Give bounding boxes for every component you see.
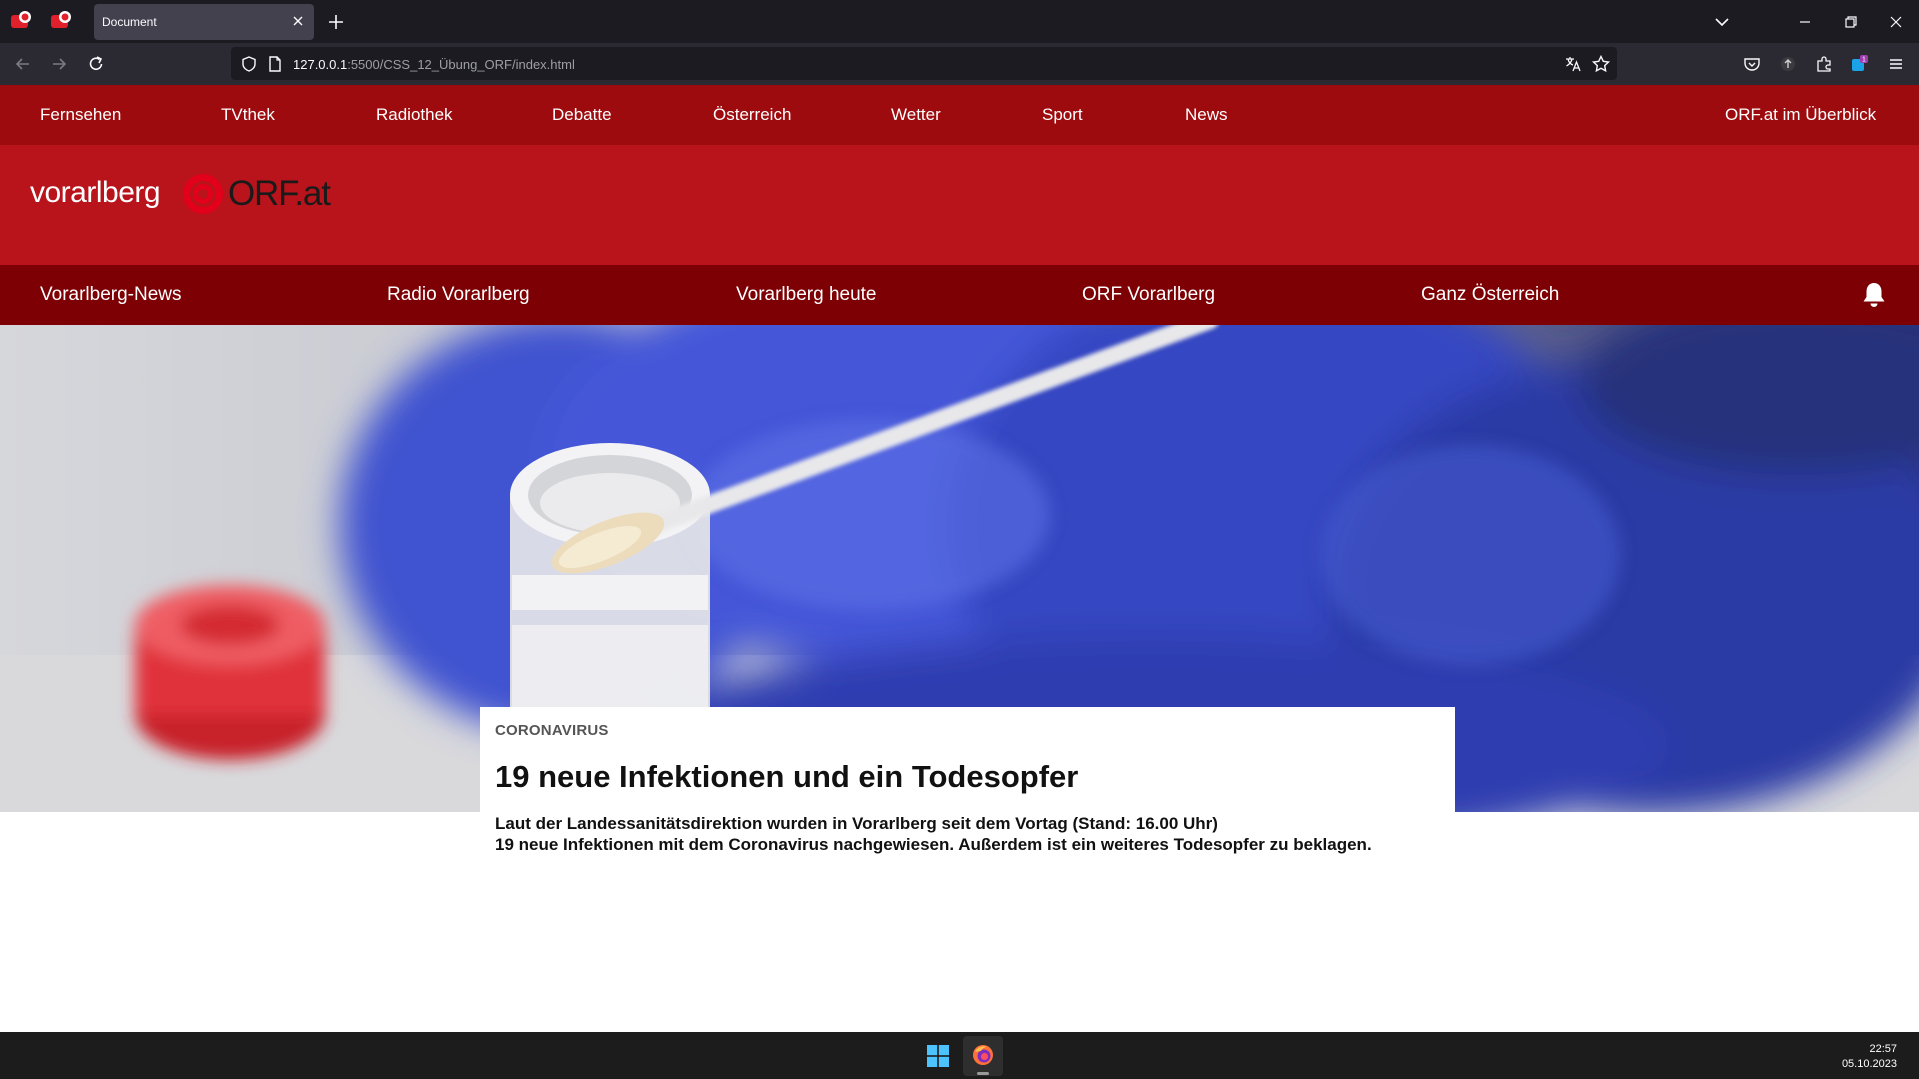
browser-tab-bar: Document (0, 0, 1919, 43)
topnav-item-oesterreich[interactable]: Österreich (713, 105, 791, 125)
notification-bell-icon[interactable] (1861, 281, 1887, 309)
menu-hamburger-icon[interactable] (1886, 54, 1906, 74)
subnav-item-ganz-oesterreich[interactable]: Ganz Österreich (1421, 284, 1559, 306)
topnav-item-wetter[interactable]: Wetter (891, 105, 941, 125)
firefox-icon (973, 1045, 993, 1065)
active-tab[interactable]: Document (94, 4, 314, 40)
article-kicker: CORONAVIRUS (495, 722, 609, 739)
article-lead-line-2: 19 neue Infektionen mit dem Coronavirus … (495, 835, 1372, 854)
restore-icon[interactable] (1841, 12, 1861, 32)
pinned-tab-icon[interactable] (50, 10, 74, 32)
back-arrow-icon[interactable] (13, 54, 33, 74)
forward-arrow-icon[interactable] (49, 54, 69, 74)
article-lead-line-1: Laut der Landessanitätsdirektion wurden … (495, 814, 1218, 833)
extensions-puzzle-icon[interactable] (1814, 54, 1834, 74)
url-host: 127.0.0.1 (293, 57, 348, 72)
minimize-icon[interactable] (1795, 12, 1815, 32)
active-app-indicator (977, 1072, 989, 1075)
clock-date: 05.10.2023 (1841, 1058, 1897, 1070)
topnav-item-radiothek[interactable]: Radiothek (376, 105, 453, 125)
article-title[interactable]: 19 neue Infektionen und ein Todesopfer (495, 759, 1078, 795)
orf-eye-logo[interactable] (182, 173, 224, 215)
browser-nav-bar: 127.0.0.1:5500/CSS_12_Übung_ORF/index.ht… (0, 43, 1919, 85)
article-lead: Laut der Landessanitätsdirektion wurden … (495, 813, 1455, 855)
url-text[interactable]: 127.0.0.1:5500/CSS_12_Übung_ORF/index.ht… (293, 57, 575, 72)
topnav-item-sport[interactable]: Sport (1042, 105, 1083, 125)
top-navigation: Fernsehen TVthek Radiothek Debatte Öster… (0, 85, 1919, 145)
topnav-overview-link[interactable]: ORF.at im Überblick (1725, 105, 1876, 125)
page-info-icon[interactable] (265, 54, 285, 74)
brand-header: vorarlberg ORF.at (0, 145, 1919, 265)
topnav-item-debatte[interactable]: Debatte (552, 105, 612, 125)
tab-title: Document (102, 15, 157, 29)
topnav-item-tvthek[interactable]: TVthek (221, 105, 275, 125)
url-path: :5500/CSS_12_Übung_ORF/index.html (347, 57, 575, 72)
pocket-icon[interactable] (1742, 54, 1762, 74)
extension-badge-icon[interactable]: 1 (1849, 54, 1869, 74)
subnav-item-orf-vorarlberg[interactable]: ORF Vorarlberg (1082, 284, 1215, 306)
subnav-item-vorarlberg-news[interactable]: Vorarlberg-News (40, 284, 182, 306)
close-tab-icon[interactable] (291, 14, 305, 28)
svg-text:1: 1 (1862, 57, 1866, 64)
brand-region-name[interactable]: vorarlberg (30, 176, 161, 210)
os-taskbar: 22:57 05.10.2023 (0, 1032, 1919, 1079)
topnav-item-news[interactable]: News (1185, 105, 1228, 125)
list-tabs-chevron-icon[interactable] (1712, 12, 1732, 32)
taskbar-firefox-button[interactable] (963, 1036, 1003, 1076)
address-bar[interactable]: 127.0.0.1:5500/CSS_12_Übung_ORF/index.ht… (231, 47, 1617, 80)
shield-icon[interactable] (239, 54, 259, 74)
brand-site-name[interactable]: ORF.at (228, 174, 331, 214)
regional-navigation: Vorarlberg-News Radio Vorarlberg Vorarlb… (0, 265, 1919, 325)
new-tab-plus-icon[interactable] (326, 12, 346, 32)
pinned-tab-icon[interactable] (10, 10, 34, 32)
bookmark-star-icon[interactable] (1591, 54, 1611, 74)
translate-icon[interactable] (1563, 54, 1583, 74)
windows-start-icon[interactable] (927, 1045, 949, 1067)
close-window-icon[interactable] (1886, 12, 1906, 32)
reload-icon[interactable] (86, 54, 106, 74)
system-clock[interactable]: 22:57 05.10.2023 (1842, 1042, 1897, 1072)
topnav-item-fernsehen[interactable]: Fernsehen (40, 105, 121, 125)
extension-icon[interactable] (1778, 54, 1798, 74)
subnav-item-radio-vorarlberg[interactable]: Radio Vorarlberg (387, 284, 530, 306)
clock-time: 22:57 (1869, 1043, 1897, 1055)
subnav-item-vorarlberg-heute[interactable]: Vorarlberg heute (736, 284, 877, 306)
